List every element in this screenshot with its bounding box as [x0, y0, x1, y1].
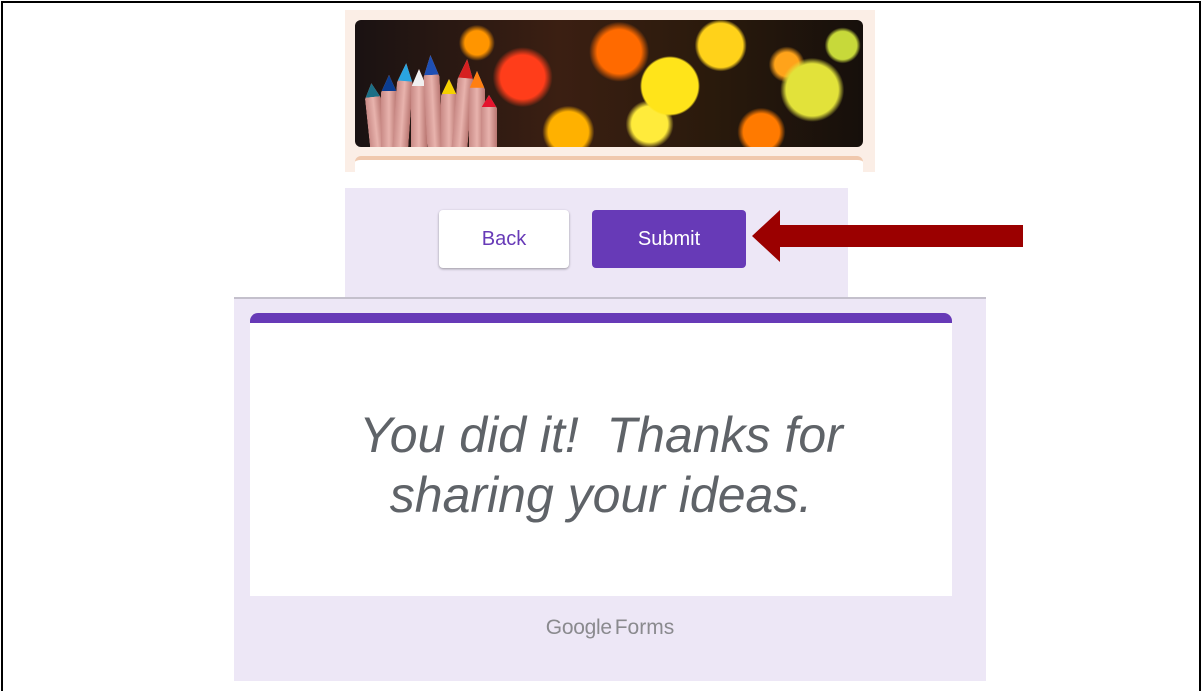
form-header-panel [345, 10, 875, 172]
confirmation-card: You did it! Thanks for sharing your idea… [250, 313, 952, 596]
google-forms-logo-forms: Forms [614, 616, 675, 639]
google-forms-logo-google: Google [545, 616, 612, 639]
google-forms-logo: Google Forms [234, 616, 986, 640]
submit-button[interactable]: Submit [592, 210, 746, 268]
header-image [355, 20, 863, 147]
confirmation-message-line-1: You did it! Thanks for [359, 407, 843, 463]
back-button[interactable]: Back [439, 210, 569, 268]
left-arrow-icon [752, 210, 1023, 262]
form-section-card-edge [355, 156, 863, 172]
confirmation-message-line-2: sharing your ideas. [389, 467, 813, 523]
confirmation-message: You did it! Thanks for sharing your idea… [250, 405, 952, 525]
